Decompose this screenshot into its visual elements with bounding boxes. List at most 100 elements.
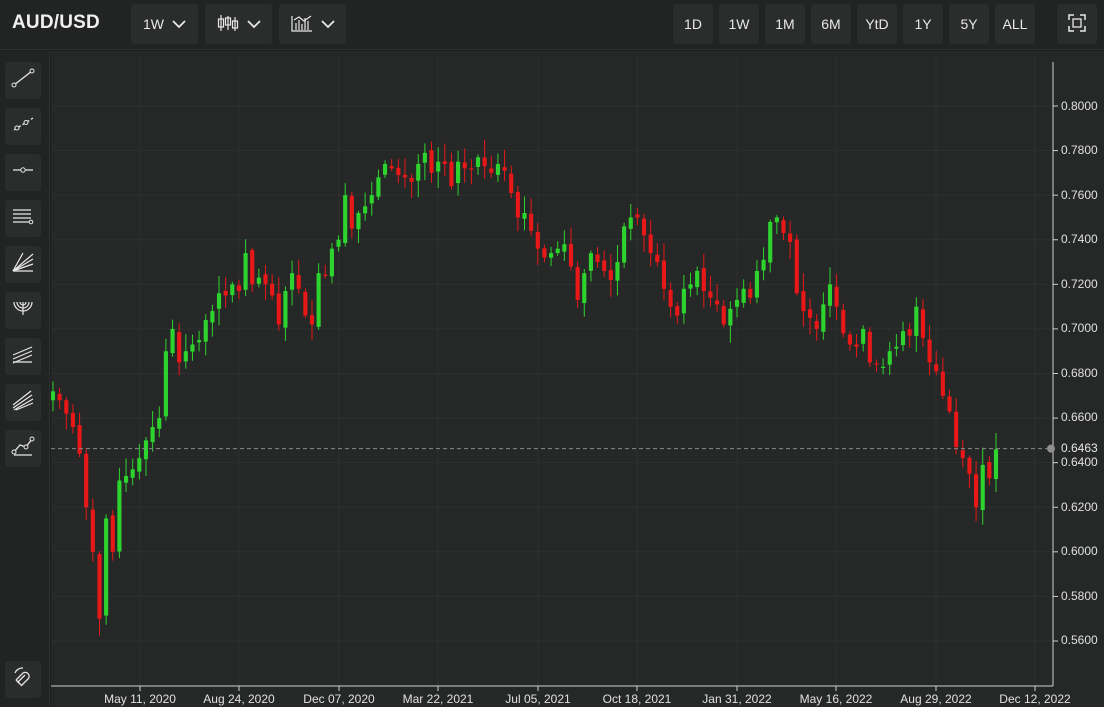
candlestick-chart[interactable] bbox=[0, 0, 1104, 707]
candle-body-down bbox=[57, 393, 62, 401]
candle-body-up bbox=[343, 195, 348, 244]
candle-body-down bbox=[462, 162, 467, 169]
candle-body-down bbox=[648, 234, 653, 254]
candle-body-up bbox=[369, 195, 374, 204]
candle-body-down bbox=[834, 286, 839, 307]
candle-body-up bbox=[290, 273, 295, 290]
candle-body-up bbox=[914, 306, 919, 337]
candle-body-up bbox=[900, 331, 906, 346]
candle-body-down bbox=[296, 274, 301, 289]
candle-body-down bbox=[542, 248, 547, 258]
candle-body-up bbox=[243, 253, 248, 290]
candle-body-down bbox=[595, 254, 600, 263]
candle-body-down bbox=[907, 329, 912, 336]
candle-body-up bbox=[861, 328, 866, 344]
candle-body-up bbox=[495, 163, 500, 175]
candle-body-up bbox=[456, 161, 461, 184]
candle-body-down bbox=[276, 293, 281, 325]
y-tick-label: 0.8000 bbox=[1061, 99, 1098, 113]
candle-body-up bbox=[50, 391, 56, 401]
candle-body-down bbox=[90, 509, 95, 552]
candle-body-down bbox=[575, 267, 580, 300]
x-tick-label: May 16, 2022 bbox=[799, 692, 873, 706]
candle-body-up bbox=[210, 311, 215, 323]
candle-body-down bbox=[236, 285, 242, 292]
candle-body-down bbox=[635, 214, 640, 218]
candle-body-down bbox=[794, 239, 799, 294]
candle-body-up bbox=[475, 157, 481, 167]
candle-body-up bbox=[190, 344, 195, 352]
candle-body-down bbox=[721, 306, 726, 325]
candle-body-down bbox=[974, 474, 979, 508]
x-tick-label: Dec 07, 2020 bbox=[303, 692, 375, 706]
candle-body-up bbox=[562, 244, 567, 252]
y-tick-label: 0.6600 bbox=[1061, 410, 1098, 424]
candle-body-down bbox=[788, 233, 793, 242]
candle-body-down bbox=[323, 274, 328, 276]
candle-body-up bbox=[117, 480, 122, 552]
candle-body-up bbox=[197, 340, 202, 343]
x-tick-label: Oct 18, 2021 bbox=[602, 692, 672, 706]
candle-body-down bbox=[84, 453, 89, 508]
candle-body-up bbox=[416, 163, 421, 181]
candle-body-down bbox=[396, 167, 401, 176]
candle-body-down bbox=[920, 309, 926, 338]
candle-body-down bbox=[568, 243, 574, 267]
candle-body-down bbox=[874, 363, 879, 365]
candle-body-down bbox=[509, 173, 514, 193]
candle-body-up bbox=[163, 351, 168, 417]
candle-body-down bbox=[655, 254, 660, 263]
candle-body-up bbox=[881, 366, 886, 369]
x-tick-label: Mar 22, 2021 bbox=[402, 692, 474, 706]
y-tick-label: 0.7600 bbox=[1061, 188, 1098, 202]
candle-body-up bbox=[734, 299, 740, 307]
candle-body-down bbox=[854, 344, 859, 347]
y-tick-label: 0.6800 bbox=[1061, 366, 1098, 380]
candle-body-down bbox=[668, 289, 673, 307]
candle-body-up bbox=[422, 152, 427, 163]
x-tick-label: Jan 31, 2022 bbox=[702, 692, 772, 706]
candle-body-down bbox=[97, 553, 102, 619]
candle-body-up bbox=[622, 226, 627, 263]
y-tick-label: 0.5600 bbox=[1061, 633, 1098, 647]
candle-body-down bbox=[409, 177, 414, 182]
candle-body-down bbox=[402, 174, 408, 178]
y-tick-label: 0.7000 bbox=[1061, 321, 1098, 335]
candle-body-down bbox=[110, 515, 115, 552]
candle-body-down bbox=[807, 309, 813, 318]
candle-body-up bbox=[588, 253, 593, 271]
candle-body-up bbox=[549, 253, 554, 258]
candle-body-down bbox=[250, 250, 255, 285]
candle-body-down bbox=[814, 320, 819, 329]
candle-body-up bbox=[980, 464, 985, 511]
candle-body-down bbox=[927, 339, 932, 363]
x-tick-label: Jul 05, 2021 bbox=[505, 692, 571, 706]
x-tick-label: May 11, 2020 bbox=[104, 692, 176, 706]
candle-body-down bbox=[70, 413, 75, 427]
candle-body-down bbox=[661, 260, 667, 289]
y-tick-label: 0.7800 bbox=[1061, 143, 1098, 157]
candle-body-down bbox=[602, 260, 607, 271]
candle-body-up bbox=[363, 206, 368, 214]
candle-body-up bbox=[137, 458, 142, 472]
candle-body-down bbox=[223, 290, 228, 296]
candle-body-up bbox=[681, 288, 686, 314]
candle-body-down bbox=[442, 161, 447, 164]
candle-body-up bbox=[123, 476, 129, 483]
candle-body-up bbox=[761, 259, 766, 271]
candle-body-down bbox=[529, 213, 534, 231]
candle-body-down bbox=[64, 400, 69, 414]
candle-body-up bbox=[150, 427, 155, 443]
candle-body-up bbox=[741, 288, 746, 303]
candle-body-down bbox=[502, 167, 507, 171]
candle-body-down bbox=[449, 161, 454, 187]
candle-body-up bbox=[993, 449, 999, 480]
candle-body-down bbox=[987, 462, 992, 479]
candle-body-up bbox=[143, 440, 149, 460]
candle-body-up bbox=[203, 320, 208, 342]
candle-body-down bbox=[748, 288, 753, 298]
candle-body-up bbox=[768, 221, 773, 263]
candle-body-down bbox=[77, 425, 82, 454]
candle-body-down bbox=[967, 457, 972, 474]
current-price-label: 0.6463 bbox=[1061, 441, 1098, 455]
